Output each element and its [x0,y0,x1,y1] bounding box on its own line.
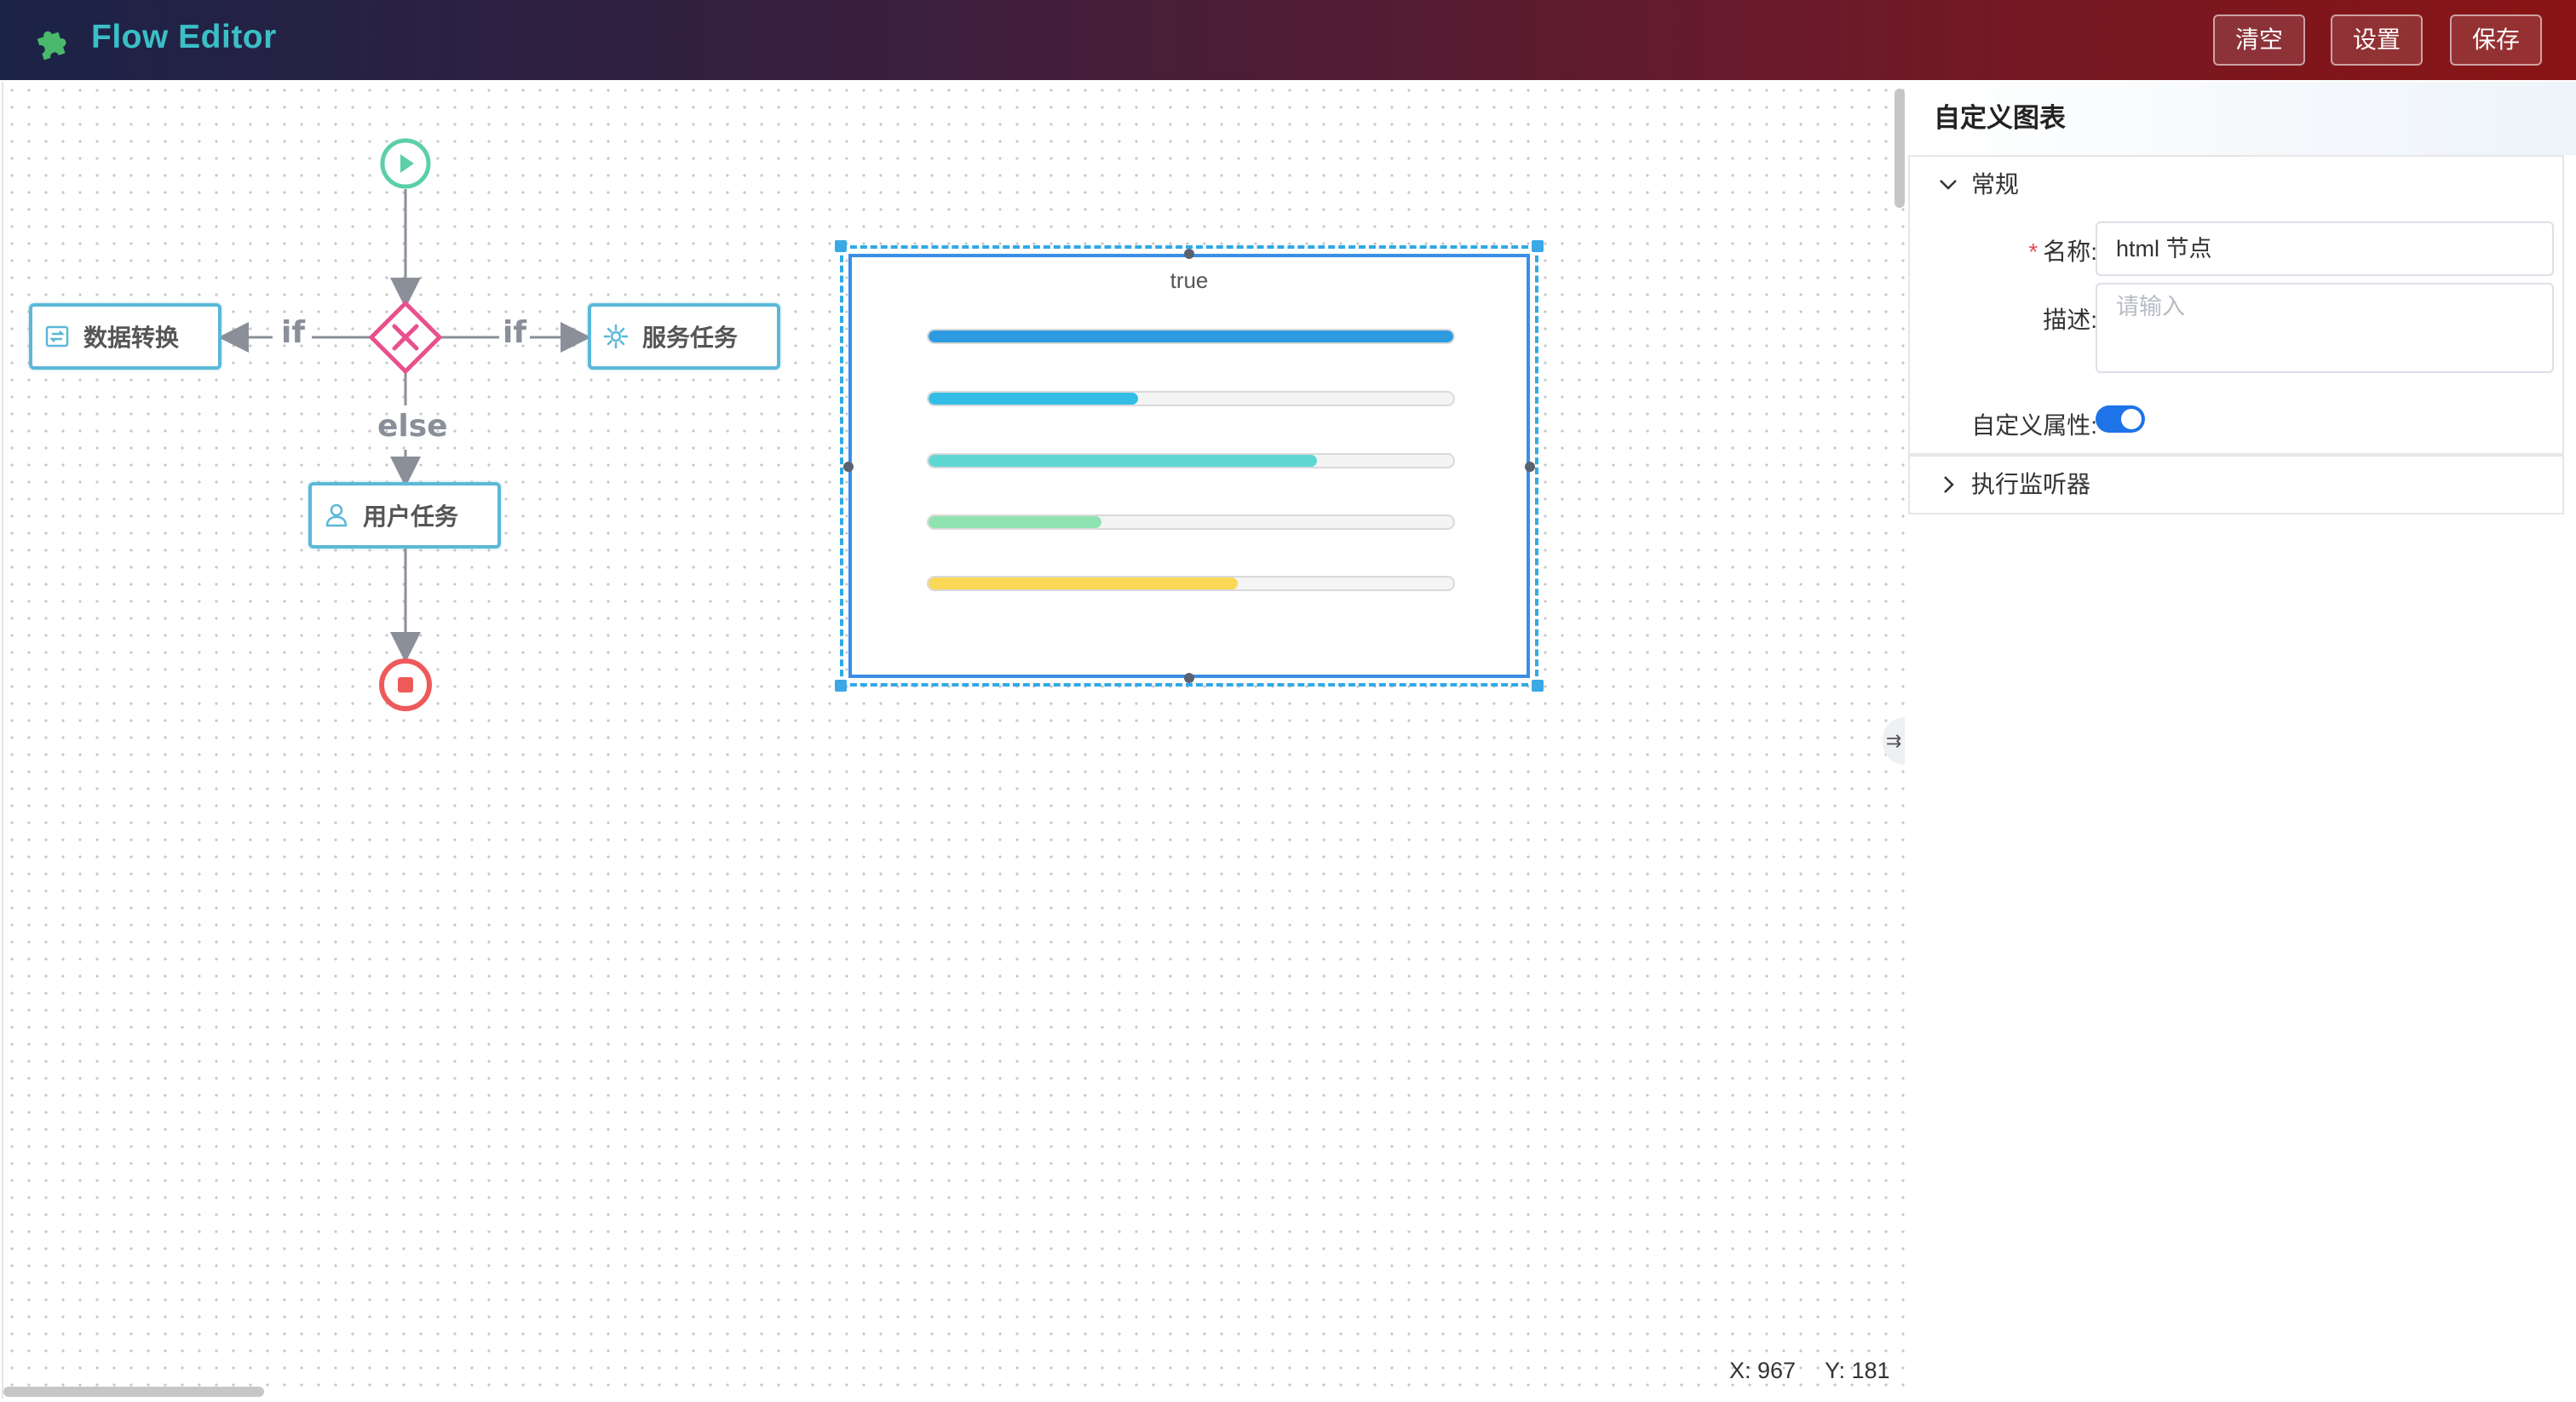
node-user-task[interactable]: 用户任务 [308,482,501,549]
required-mark: * [2028,238,2038,265]
app-title: Flow Editor [91,19,277,55]
html-node-label: true [1170,267,1209,293]
resize-handle-sw[interactable] [835,680,847,692]
resize-handle-nw[interactable] [835,240,847,252]
top-header: Flow Editor 清空 设置 保存 [0,0,2576,80]
coord-x: X: 967 [1729,1358,1797,1383]
exclusive-gateway-icon[interactable] [368,300,443,375]
node-label: 数据转换 [83,325,180,351]
panel-title: 自定义图表 [1906,82,2576,155]
progress-bar [927,329,1455,344]
start-event-icon[interactable] [380,138,431,189]
save-button[interactable]: 保存 [2450,14,2542,66]
toggle-knob [2121,409,2142,429]
progress-fill [929,577,1239,589]
custom-attr-label: 自定义属性: [1971,412,2097,439]
progress-fill [929,393,1139,405]
name-label-text: 名称: [2043,238,2097,265]
progress-bar [927,453,1455,468]
puzzle-icon [37,31,66,60]
node-service-task[interactable]: 服务任务 [588,303,780,370]
end-event-icon[interactable] [378,658,433,712]
html-chart-node[interactable]: true [848,254,1530,678]
resize-handle-ne[interactable] [1532,240,1544,252]
edge-label-if-right: if [503,315,527,350]
node-data-transform[interactable]: 数据转换 [29,303,221,370]
clear-button[interactable]: 清空 [2213,14,2305,66]
node-label: 服务任务 [642,325,739,351]
progress-bar [927,514,1455,530]
resize-handle-se[interactable] [1532,680,1544,692]
desc-label: 描述: [2043,307,2097,333]
progress-bar [927,391,1455,406]
description-field[interactable]: 请输入 [2096,283,2554,373]
transform-icon [45,325,69,348]
progress-fill [929,455,1317,467]
coord-y: Y: 181 [1825,1358,1890,1383]
listener-section-label: 执行监听器 [1971,471,2091,497]
vertical-scrollbar[interactable] [1895,89,1905,208]
name-field[interactable]: html 节点 [2096,221,2554,276]
progress-fill [929,330,1453,342]
anchor-left[interactable] [843,462,854,472]
edge-label-else: else [377,409,448,444]
progress-fill [929,516,1102,528]
chevron-down-icon [1940,180,1957,190]
chevron-right-icon [1944,476,1954,493]
listener-section-header[interactable]: 执行监听器 [1910,457,2562,513]
listener-section: 执行监听器 [1908,455,2564,514]
general-section-label: 常规 [1971,171,2020,198]
gear-icon [603,324,629,349]
settings-button[interactable]: 设置 [2331,14,2423,66]
horizontal-scrollbar[interactable] [3,1387,264,1397]
name-label: * 名称: [1969,233,2097,267]
node-label: 用户任务 [363,503,459,530]
custom-attr-toggle[interactable] [2096,405,2145,433]
general-section-header[interactable]: 常规 [1910,157,2562,213]
properties-panel: 自定义图表 常规 * 名称: html 节点 描述: 请输入 自定义属性: 执行监… [1906,82,2576,1402]
anchor-bottom[interactable] [1184,673,1194,683]
general-section: 常规 * 名称: html 节点 描述: 请输入 自定义属性: [1908,155,2564,455]
anchor-top[interactable] [1184,249,1194,259]
user-icon [325,503,348,527]
anchor-right[interactable] [1525,462,1535,472]
edge-label-if-left: if [281,315,306,350]
progress-bar [927,576,1455,591]
